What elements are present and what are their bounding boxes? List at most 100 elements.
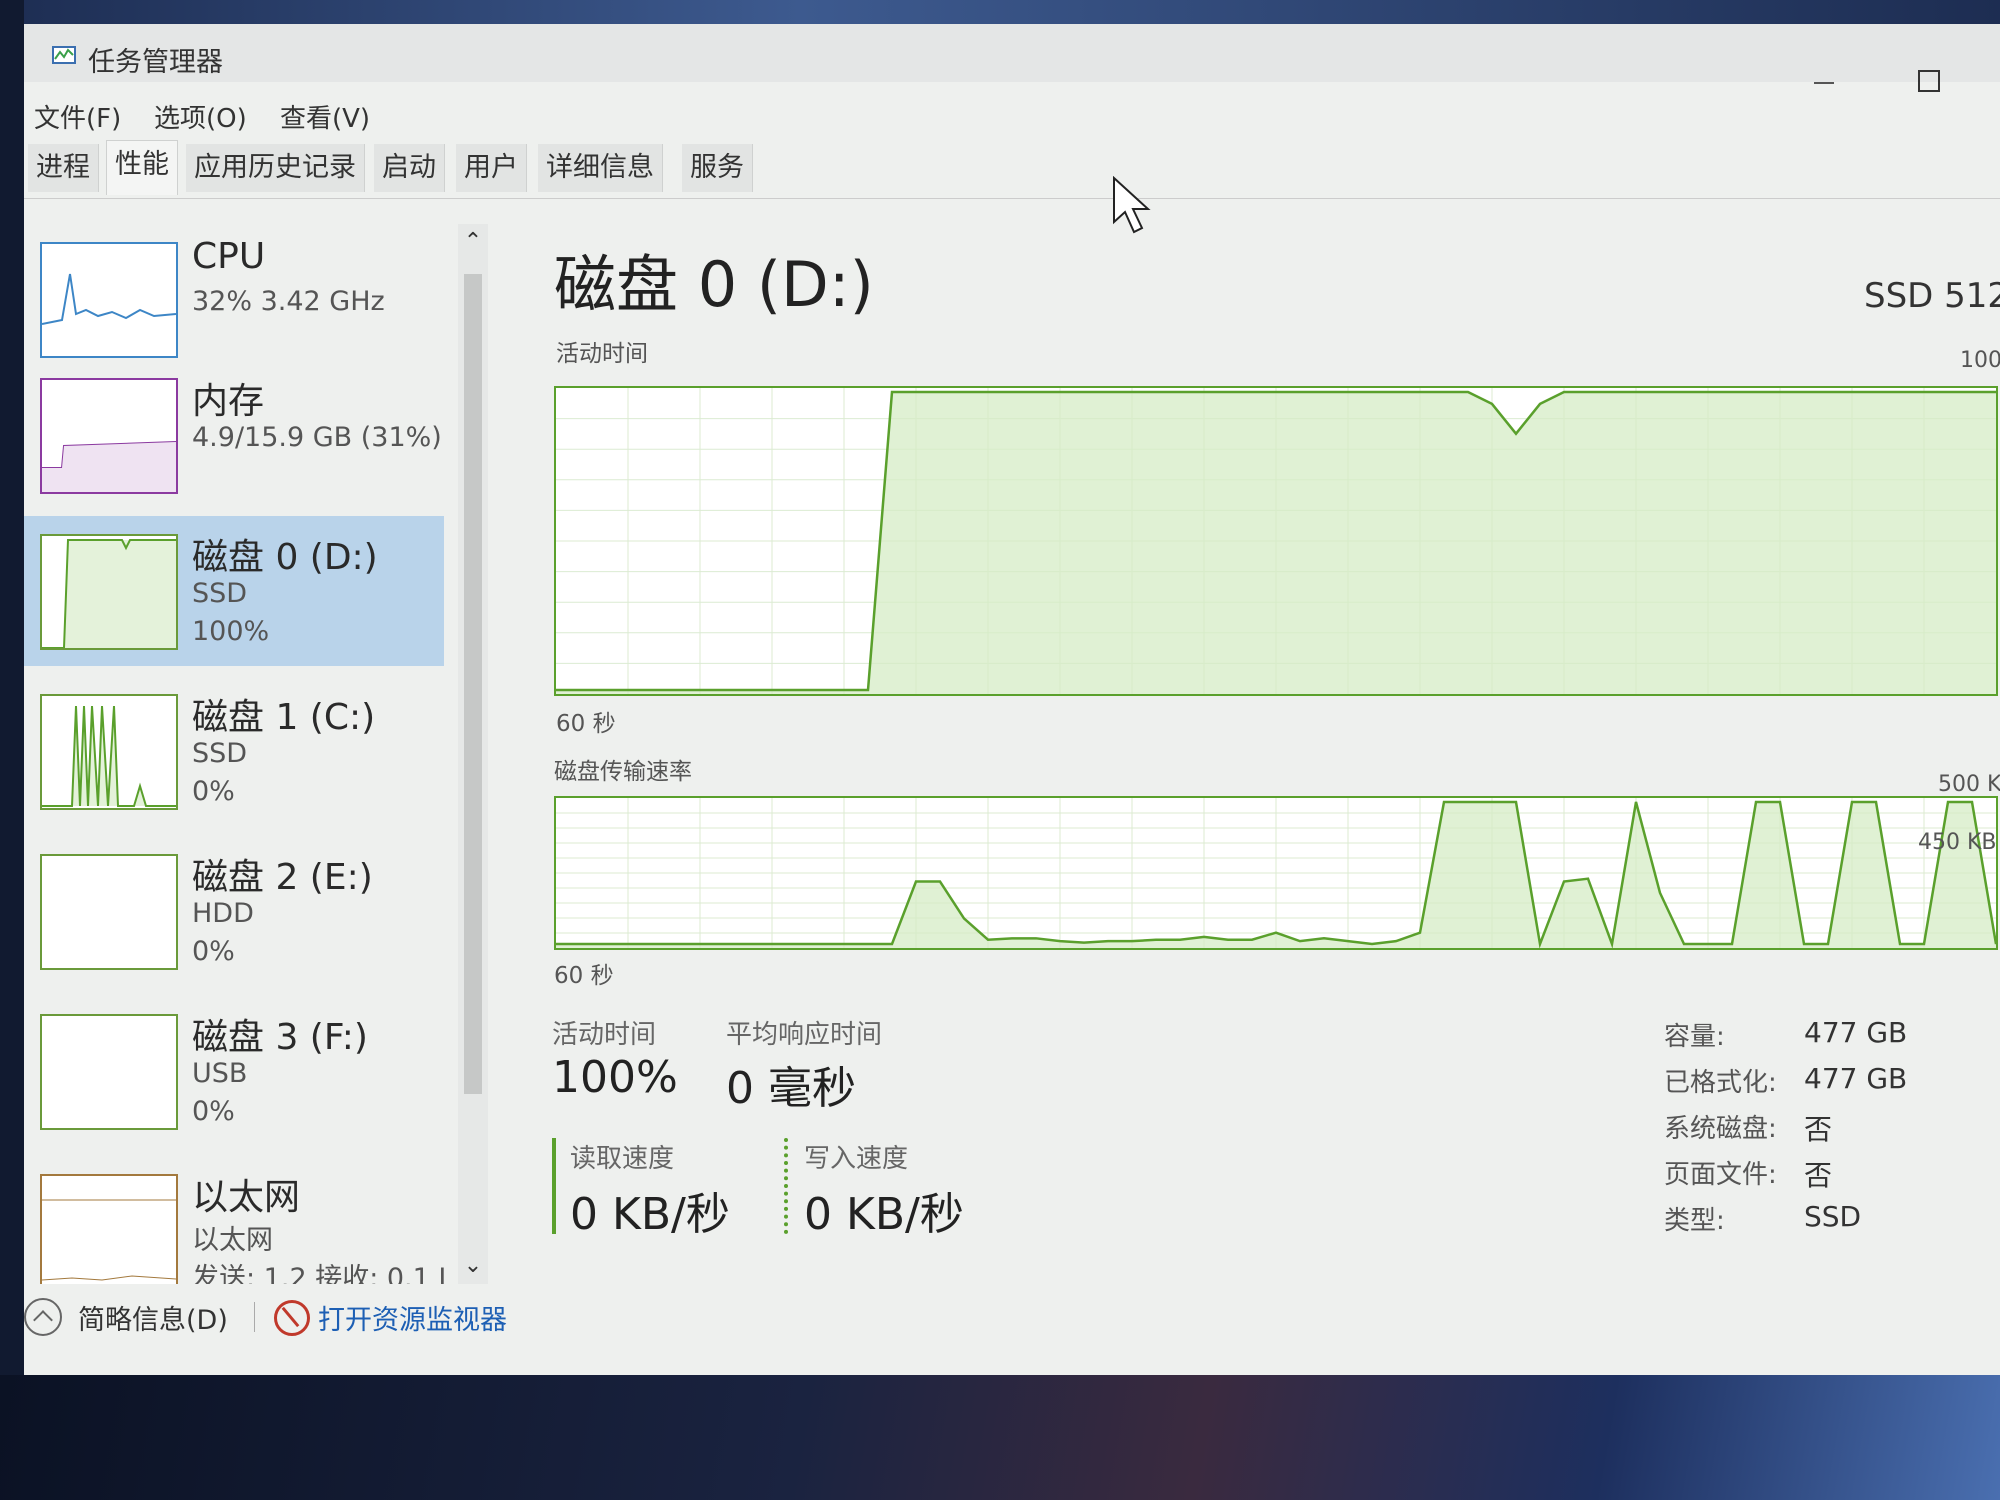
disk-2-thumbnail-graph: [40, 854, 178, 970]
data-point: [1347, 940, 1349, 942]
data-point: [771, 689, 773, 691]
sidebar-item-ethernet[interactable]: 以太网 以太网 发送: 1.2 接收: 0.1 I: [24, 1156, 444, 1284]
data-point: [915, 881, 917, 883]
data-point: [627, 943, 629, 945]
read-speed-label: 读取速度: [570, 1144, 675, 1174]
sidebar-item-detail: 4.9/15.9 GB (31%): [192, 422, 442, 453]
data-point: [1035, 937, 1037, 939]
sidebar-item-disk-1[interactable]: 磁盘 1 (C:) SSD 0%: [24, 676, 444, 826]
sidebar-item-usage: 100%: [192, 616, 270, 647]
data-point: [1155, 939, 1157, 941]
data-point: [867, 689, 869, 691]
data-point: [1107, 391, 1109, 393]
data-point: [1203, 936, 1205, 938]
data-point: [915, 391, 917, 393]
sidebar-item-label: 磁盘 3 (F:): [192, 1017, 368, 1058]
data-point: [843, 689, 845, 691]
data-point: [1491, 403, 1493, 405]
data-point: [1851, 801, 1853, 803]
sidebar-item-cpu[interactable]: CPU 32% 3.42 GHz: [24, 224, 444, 374]
transfer-rate-graph-max: 500 KB/秒: [1938, 772, 2000, 797]
menu-view[interactable]: 查看(V): [280, 98, 370, 135]
disk-model: SSD 512G: [1864, 276, 2000, 316]
data-point: [579, 943, 581, 945]
data-point: [1011, 937, 1013, 939]
scroll-down-icon[interactable]: ⌄: [458, 1248, 488, 1284]
tab-performance[interactable]: 性能: [106, 140, 178, 195]
data-point: [723, 689, 725, 691]
data-point: [939, 881, 941, 883]
tab-startup[interactable]: 启动: [374, 144, 445, 192]
data-point: [1035, 391, 1037, 393]
data-point: [1827, 391, 1829, 393]
data-point: [987, 391, 989, 393]
page-title: 磁盘 0 (D:): [554, 248, 874, 321]
data-point: [891, 943, 893, 945]
response-time-stat-value: 0 毫秒: [726, 1063, 856, 1114]
sidebar-item-label: 磁盘 1 (C:): [192, 697, 376, 738]
collapse-chevron-icon[interactable]: [24, 1298, 62, 1336]
transfer-rate-graph: 450 KB/秒: [554, 796, 1998, 950]
data-point: [1443, 801, 1445, 803]
data-point: [1827, 943, 1829, 945]
transfer-rate-graph-mid: 450 KB/秒: [1918, 830, 1997, 855]
sidebar-item-memory[interactable]: 内存 4.9/15.9 GB (31%): [24, 360, 444, 510]
data-point: [1467, 391, 1469, 393]
data-point: [1083, 391, 1085, 393]
tab-processes[interactable]: 进程: [28, 144, 99, 192]
window-title: 任务管理器: [88, 47, 223, 78]
tab-details[interactable]: 详细信息: [538, 144, 663, 192]
sidebar-item-label: 内存: [192, 381, 265, 422]
data-point: [1419, 391, 1421, 393]
sidebar-item-usage: 0%: [192, 1096, 235, 1127]
sidebar-item-disk-0[interactable]: 磁盘 0 (D:) SSD 100%: [24, 516, 444, 666]
tab-app-history[interactable]: 应用历史记录: [186, 144, 365, 192]
data-point: [1563, 391, 1565, 393]
menu-file[interactable]: 文件(F): [34, 98, 121, 135]
data-point: [1899, 391, 1901, 393]
data-point: [651, 943, 653, 945]
data-point: [1275, 391, 1277, 393]
scroll-thumb[interactable]: [464, 274, 482, 1094]
data-point: [1971, 391, 1973, 393]
data-point: [1803, 391, 1805, 393]
data-point: [723, 943, 725, 945]
data-point: [1059, 940, 1061, 942]
data-point: [771, 943, 773, 945]
memory-thumbnail-graph: [40, 378, 178, 494]
data-point: [1347, 391, 1349, 393]
data-point: [939, 391, 941, 393]
data-point: [1395, 940, 1397, 942]
data-point: [1971, 801, 1973, 803]
data-point: [1515, 801, 1517, 803]
data-point: [987, 939, 989, 941]
data-point: [675, 943, 677, 945]
sidebar-scrollbar[interactable]: ⌃ ⌄: [458, 224, 488, 1284]
menu-options[interactable]: 选项(O): [154, 98, 247, 135]
data-point: [1539, 943, 1541, 945]
sidebar-item-label: 磁盘 2 (E:): [192, 857, 373, 898]
data-point: [1755, 801, 1757, 803]
capacity-label: 容量:: [1664, 1022, 1725, 1052]
scroll-up-icon[interactable]: ⌃: [458, 224, 488, 260]
data-point: [579, 689, 581, 691]
cpu-thumbnail-graph: [40, 242, 178, 358]
data-point: [1155, 391, 1157, 393]
tab-users[interactable]: 用户: [456, 144, 527, 192]
data-point: [1251, 391, 1253, 393]
data-point: [1467, 801, 1469, 803]
data-point: [843, 943, 845, 945]
resource-monitor-icon[interactable]: [274, 1300, 310, 1336]
open-resource-monitor-link[interactable]: 打开资源监视器: [318, 1298, 507, 1337]
data-point: [1371, 943, 1373, 945]
sidebar-item-disk-3[interactable]: 磁盘 3 (F:) USB 0%: [24, 996, 444, 1146]
transfer-rate-graph-label: 磁盘传输速率: [554, 759, 692, 785]
data-point: [1563, 881, 1565, 883]
sidebar-item-disk-2[interactable]: 磁盘 2 (E:) HDD 0%: [24, 836, 444, 986]
data-point: [1755, 391, 1757, 393]
data-point: [1587, 878, 1589, 880]
fewer-details-link[interactable]: 简略信息(D): [78, 1298, 228, 1337]
data-point: [1635, 391, 1637, 393]
system-disk-label: 系统磁盘:: [1664, 1114, 1777, 1144]
tab-services[interactable]: 服务: [682, 144, 753, 192]
